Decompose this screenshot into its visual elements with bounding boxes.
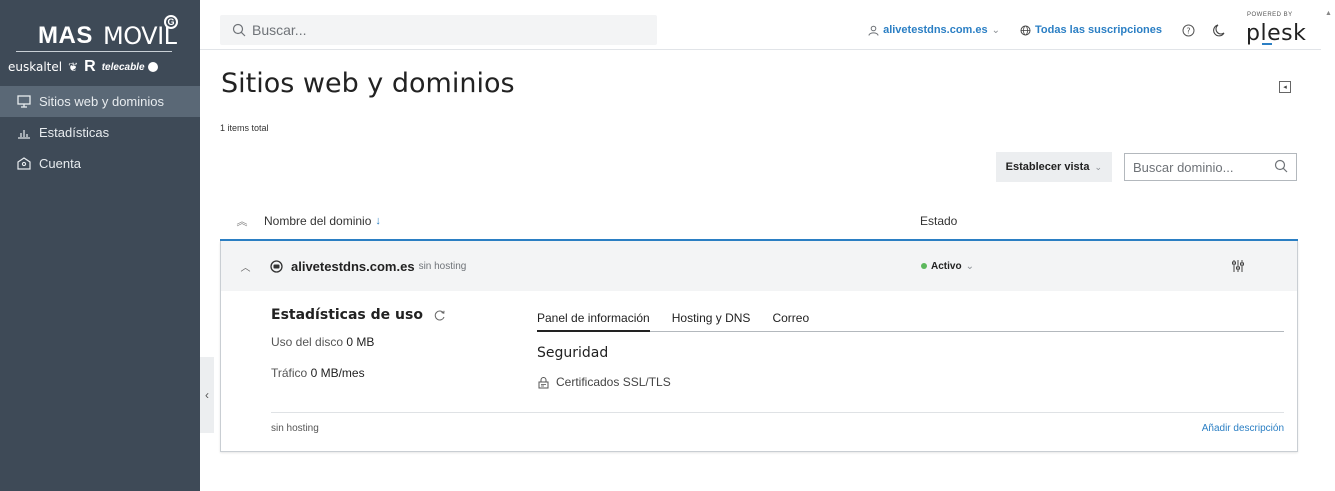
disk-usage-label: Uso del disco <box>271 335 344 349</box>
traffic-usage: Tráfico 0 MB/mes <box>271 366 446 380</box>
ssl-link-label: Certificados SSL/TLS <box>556 375 671 389</box>
topbar: Buscar... alivetestdns.com.es ⌄ Todas la… <box>200 0 1321 50</box>
euskaltel-logo: euskaltel <box>8 60 63 74</box>
page-title: Sitios web y dominios <box>221 68 515 99</box>
page-scrollbar[interactable]: ▲ <box>1321 0 1335 491</box>
masmovil-logo[interactable]: MAS MOVIL G <box>30 10 188 50</box>
disk-usage: Uso del disco 0 MB <box>271 335 446 349</box>
footer-hosting-type: sin hosting <box>271 423 319 434</box>
topbar-right: alivetestdns.com.es ⌄ Todas las suscripc… <box>868 12 1306 46</box>
column-header-status: Estado <box>920 214 1298 228</box>
plesk-logo: POWERED BY plesk <box>1243 12 1306 46</box>
brand-logo-area: MAS MOVIL G euskaltel ❦ R telecable <box>0 0 200 86</box>
domain-link[interactable]: alivetestdns.com.es <box>291 259 415 274</box>
items-total: 1 items total <box>220 123 269 133</box>
set-view-label: Establecer vista <box>1005 161 1090 173</box>
domain-tabs-area: Panel de información Hosting y DNS Corre… <box>537 311 1284 389</box>
telecable-dot-icon <box>147 62 158 72</box>
disk-usage-value: 0 MB <box>346 335 375 349</box>
bar-chart-icon <box>16 125 32 141</box>
user-menu[interactable]: alivetestdns.com.es ⌄ <box>868 24 1000 36</box>
column-header-label: Nombre del dominio <box>264 214 372 228</box>
column-header-label: Estado <box>920 214 958 228</box>
panel-toggle-icon[interactable]: ◂ <box>1279 81 1291 93</box>
domain-card-footer: sin hosting Añadir descripción <box>271 412 1284 434</box>
sidebar-item-websites[interactable]: Sitios web y dominios <box>0 86 200 117</box>
sidebar-item-label: Estadísticas <box>39 125 110 140</box>
plesk-name: plesk <box>1246 21 1307 46</box>
logo-divider <box>16 51 172 52</box>
security-section-title: Seguridad <box>537 345 609 361</box>
sidebar: MAS MOVIL G euskaltel ❦ R telecable Siti… <box>0 0 200 491</box>
svg-text:?: ? <box>1186 26 1190 35</box>
sort-down-icon: ↓ <box>375 215 381 227</box>
ssl-certificates-link[interactable]: Certificados SSL/TLS <box>537 375 1284 389</box>
tab-hosting-dns[interactable]: Hosting y DNS <box>672 311 751 332</box>
euskaltel-mark-icon: ❦ <box>68 60 79 74</box>
usage-stats-title-text: Estadísticas de uso <box>271 307 423 323</box>
traffic-label: Tráfico <box>271 366 308 380</box>
refresh-icon[interactable] <box>433 309 446 322</box>
sidebar-item-label: Cuenta <box>39 156 81 171</box>
subscriptions-menu[interactable]: Todas las suscripciones <box>1020 24 1162 36</box>
logo-mas-text: MAS <box>38 22 93 49</box>
search-placeholder: Buscar... <box>252 22 307 38</box>
sidebar-item-label: Sitios web y dominios <box>39 94 164 109</box>
chevron-down-icon: ⌄ <box>991 24 1001 36</box>
hosting-type: sin hosting <box>418 260 467 272</box>
globe-icon <box>1020 25 1031 36</box>
help-icon[interactable]: ? <box>1182 24 1195 37</box>
domain-details: Estadísticas de uso Uso del disco 0 MB T… <box>221 291 1297 451</box>
search-icon[interactable] <box>1274 159 1288 176</box>
list-toolbar: Establecer vista ⌄ Buscar dominio... <box>995 152 1297 182</box>
subscriptions-label: Todas las suscripciones <box>1035 24 1162 36</box>
domain-search-input[interactable]: Buscar dominio... <box>1124 153 1297 181</box>
telecable-logo: telecable <box>101 61 145 73</box>
moon-icon[interactable] <box>1213 23 1225 37</box>
usage-stats-title: Estadísticas de uso <box>271 307 446 323</box>
expand-all-icon[interactable]: ︽ <box>220 213 264 229</box>
tab-mail[interactable]: Correo <box>772 311 809 332</box>
global-search-input[interactable]: Buscar... <box>220 15 657 45</box>
scroll-up-arrow-icon[interactable]: ▲ <box>1325 10 1332 17</box>
certificate-lock-icon <box>537 376 550 389</box>
logo-mark: G <box>164 15 178 29</box>
tab-dashboard[interactable]: Panel de información <box>537 311 650 332</box>
table-row: ︿ alivetestdns.com.es sin hosting Activo… <box>221 241 1297 291</box>
r-logo: R <box>84 58 96 75</box>
domain-search-placeholder: Buscar dominio... <box>1133 159 1234 175</box>
domain-name-cell: alivetestdns.com.es sin hosting <box>270 259 921 274</box>
partner-logos: euskaltel ❦ R telecable <box>8 58 188 76</box>
account-icon <box>16 156 32 172</box>
main-content: Sitios web y dominios ◂ 1 items total Es… <box>200 51 1321 491</box>
add-description-link[interactable]: Añadir descripción <box>1202 423 1284 434</box>
column-header-domain-name[interactable]: Nombre del dominio ↓ <box>264 214 920 228</box>
search-icon <box>232 23 246 37</box>
sidebar-item-account[interactable]: Cuenta <box>0 148 200 179</box>
domain-card: ︿ alivetestdns.com.es sin hosting Activo… <box>220 241 1298 452</box>
domain-globe-icon <box>270 259 283 273</box>
domains-table-header: ︽ Nombre del dominio ↓ Estado <box>220 203 1298 241</box>
chevron-down-icon: ⌄ <box>965 260 974 272</box>
traffic-value: 0 MB/mes <box>310 366 365 380</box>
collapse-row-icon[interactable]: ︿ <box>221 259 270 274</box>
status-dropdown[interactable]: Activo ⌄ <box>921 261 1221 272</box>
usage-stats: Estadísticas de uso Uso del disco 0 MB T… <box>271 307 446 380</box>
plesk-underline <box>1262 43 1272 45</box>
user-name: alivetestdns.com.es <box>883 24 988 36</box>
settings-sliders-icon[interactable] <box>1231 259 1245 273</box>
monitor-icon <box>16 94 32 110</box>
set-view-button[interactable]: Establecer vista ⌄ <box>995 152 1112 182</box>
powered-by-text: POWERED BY <box>1247 12 1293 18</box>
domain-tabs: Panel de información Hosting y DNS Corre… <box>537 311 1284 332</box>
sidebar-item-statistics[interactable]: Estadísticas <box>0 117 200 148</box>
user-icon <box>868 25 879 36</box>
chevron-down-icon: ⌄ <box>1094 161 1102 172</box>
status-label: Activo <box>931 260 962 272</box>
status-dot-icon <box>921 263 927 269</box>
